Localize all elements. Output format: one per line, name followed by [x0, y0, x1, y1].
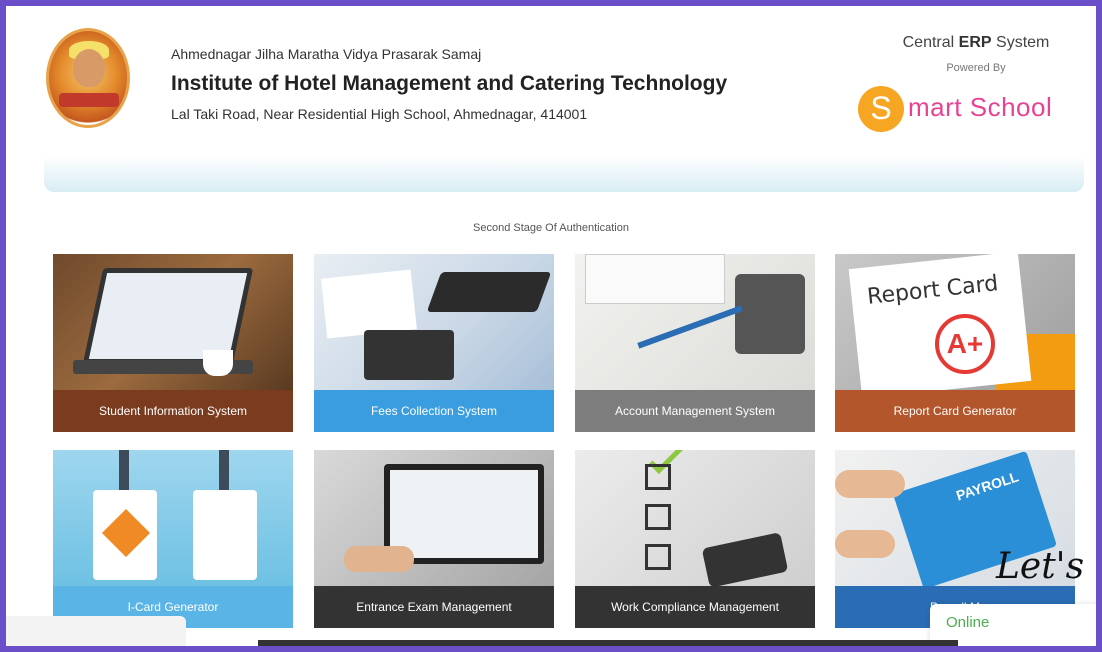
chat-status: Online: [946, 614, 990, 631]
tile-label: Account Management System: [575, 390, 815, 432]
calculator-icon: [735, 274, 805, 354]
work-compliance-image: [575, 450, 815, 588]
tile-payroll-management[interactable]: PAYROLL Payroll M: [835, 450, 1075, 628]
institute-name: Institute of Hotel Management and Cateri…: [171, 72, 728, 95]
smart-school-s-icon: S: [858, 86, 904, 132]
checkbox-icon: [645, 464, 671, 490]
erp-title-bold: ERP: [958, 34, 992, 51]
auth-stage-subtitle: Second Stage Of Authentication: [473, 222, 629, 234]
tile-work-compliance-management[interactable]: Work Compliance Management: [575, 450, 815, 628]
keyboard-icon: [585, 254, 725, 304]
bottom-bar: [258, 640, 958, 646]
hand-icon: [835, 470, 905, 498]
tile-account-management-system[interactable]: Account Management System: [575, 254, 815, 432]
smart-school-wordmark: mart School: [908, 92, 1053, 122]
tile-entrance-exam-management[interactable]: Entrance Exam Management: [314, 450, 554, 628]
checkbox-icon: [645, 504, 671, 530]
coffee-cup-icon: [203, 350, 233, 376]
tile-label: Entrance Exam Management: [314, 586, 554, 628]
tile-i-card-generator[interactable]: I-Card Generator: [53, 450, 293, 628]
logo-portrait-icon: [73, 49, 105, 87]
bottom-left-overlay: [6, 616, 186, 646]
powered-by: Powered By: [946, 62, 1006, 74]
hand-icon: [344, 546, 414, 572]
fees-image: [314, 254, 554, 390]
id-badge-icon: [193, 490, 257, 580]
tile-label: Work Compliance Management: [575, 586, 815, 628]
org-name: Ahmednagar Jilha Maratha Vidya Prasarak …: [171, 46, 482, 62]
tile-report-card-generator[interactable]: Report Card A+ Report Card Generator: [835, 254, 1075, 432]
phone-icon: [701, 532, 789, 588]
tile-label: Fees Collection System: [314, 390, 554, 432]
erp-title-prefix: Central: [902, 34, 955, 51]
erp-title: Central ERP System: [886, 34, 1066, 52]
icard-image: [53, 450, 293, 586]
keyboard-icon: [426, 272, 552, 312]
erp-title-suffix: System: [996, 34, 1050, 51]
hand-icon: [835, 530, 895, 558]
lanyard-icon: [119, 450, 129, 490]
calculator-icon: [364, 330, 454, 380]
tile-fees-collection-system[interactable]: Fees Collection System: [314, 254, 554, 432]
checkbox-icon: [645, 544, 671, 570]
account-image: [575, 254, 815, 390]
tile-student-information-system[interactable]: Student Information System: [53, 254, 293, 432]
paper-icon: [321, 269, 417, 339]
institute-address: Lal Taki Road, Near Residential High Sch…: [171, 106, 588, 122]
lanyard-icon: [219, 450, 229, 490]
tile-label: Student Information System: [53, 390, 293, 432]
grade-a-plus-icon: A+: [935, 314, 995, 374]
student-info-image: [53, 254, 293, 390]
chat-greeting-text: Let's ta: [996, 546, 1096, 587]
page-frame: Ahmednagar Jilha Maratha Vidya Prasarak …: [6, 6, 1096, 646]
pen-icon: [637, 305, 743, 349]
smart-school-logo: S mart School: [858, 86, 1088, 132]
header-band: [44, 156, 1084, 192]
exam-image: [314, 450, 554, 586]
institute-logo: [46, 28, 130, 128]
tile-label: Report Card Generator: [835, 390, 1075, 432]
header: Ahmednagar Jilha Maratha Vidya Prasarak …: [6, 6, 1096, 156]
report-card-image: Report Card A+: [835, 254, 1075, 399]
logo-ribbon-icon: [59, 93, 119, 107]
